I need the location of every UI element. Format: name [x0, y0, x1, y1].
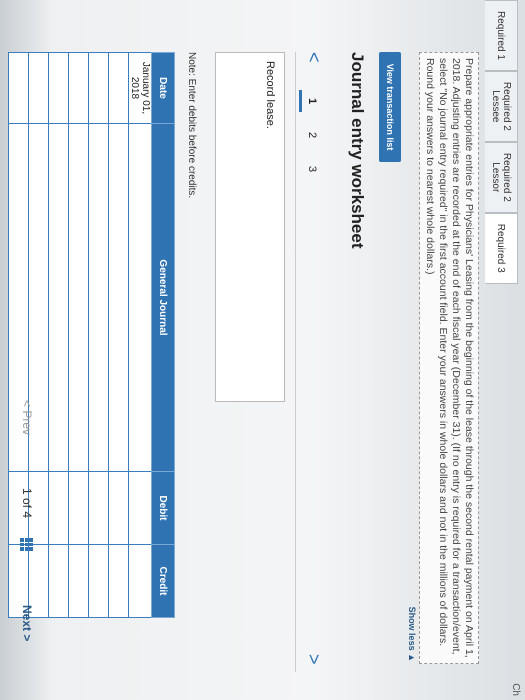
debit-input[interactable]: [128, 471, 152, 545]
tab-sublabel: Lessee: [490, 90, 501, 123]
credit-input[interactable]: [128, 544, 152, 618]
account-input[interactable]: [128, 123, 152, 472]
date-cell: January 01, 2018: [128, 52, 152, 124]
date-cell: [68, 52, 89, 124]
credit-input[interactable]: [88, 544, 109, 618]
tab-sublabel: Lessor: [490, 162, 501, 193]
tab-label: Required 3: [495, 223, 507, 273]
table-row: [88, 52, 109, 618]
question-footer: < Prev 1 of 4 Next >: [15, 400, 37, 670]
date-cell: [28, 52, 49, 124]
header-credit: Credit: [151, 544, 175, 618]
pager-page-1[interactable]: 1: [299, 90, 322, 112]
tab-label: Required 2: [501, 152, 512, 202]
tab-label: Required 2: [501, 81, 512, 131]
credit-input[interactable]: [108, 544, 129, 618]
entry-note: Note: Enter debits before credits.: [186, 52, 197, 199]
table-row: January 01, 2018: [128, 52, 152, 618]
tab-bar: Required 1 Required 2 Lessee Required 2 Le…: [485, 0, 525, 700]
tab-required-2-lessor[interactable]: Required 2 Lessor: [485, 141, 518, 213]
account-input[interactable]: [88, 123, 109, 472]
account-input[interactable]: [48, 123, 69, 472]
header-date: Date: [151, 52, 175, 124]
worksheet-title: Journal entry worksheet: [348, 52, 367, 249]
account-input[interactable]: [68, 123, 89, 472]
instructions-text: Prepare appropriate entries for Physicia…: [419, 52, 479, 664]
date-cell: [88, 52, 109, 124]
tab-corner-label: Ch: [510, 683, 521, 696]
chevron-right-icon[interactable]: >: [303, 654, 324, 665]
debit-input[interactable]: [68, 471, 89, 545]
debit-input[interactable]: [88, 471, 109, 545]
table-row: [108, 52, 129, 618]
credit-input[interactable]: [68, 544, 89, 618]
tab-required-1[interactable]: Required 1: [485, 0, 518, 71]
chevron-left-icon[interactable]: <: [303, 52, 324, 63]
header-debit: Debit: [151, 471, 175, 545]
table-row: [68, 52, 89, 618]
debit-input[interactable]: [48, 471, 69, 545]
pager-divider: [295, 52, 296, 672]
record-text: Record lease.: [264, 61, 276, 129]
credit-input[interactable]: [48, 544, 69, 618]
record-description: Record lease.: [215, 52, 285, 402]
entry-pager: < 1 2 3 >: [294, 52, 330, 672]
page-indicator: 1 of 4: [20, 488, 34, 519]
next-button[interactable]: Next >: [20, 605, 34, 641]
prev-button[interactable]: < Prev: [20, 400, 34, 435]
header-general-journal: General Journal: [151, 123, 175, 472]
show-less-link[interactable]: Show less ▲: [407, 607, 417, 662]
tab-label: Required 1: [495, 11, 507, 60]
pager-page-2[interactable]: 2: [302, 124, 322, 146]
pager-page-3[interactable]: 3: [302, 158, 322, 180]
photo-frame: Required 1 Required 2 Lessee Required 2 Le…: [0, 0, 525, 700]
account-input[interactable]: [108, 123, 129, 472]
date-cell: [108, 52, 129, 124]
tab-required-3[interactable]: Required 3: [485, 212, 518, 284]
table-row: [48, 52, 69, 618]
date-cell: [8, 52, 29, 124]
date-cell: [48, 52, 69, 124]
debit-input[interactable]: [108, 471, 129, 545]
journal-header-row: Date General Journal Debit Credit: [151, 52, 175, 618]
view-transaction-list-button[interactable]: View transaction list: [379, 52, 401, 162]
grid-icon[interactable]: [20, 538, 33, 551]
tab-required-2-lessee[interactable]: Required 2 Lessee: [485, 70, 518, 142]
screen: Required 1 Required 2 Lessee Required 2 Le…: [0, 0, 525, 700]
